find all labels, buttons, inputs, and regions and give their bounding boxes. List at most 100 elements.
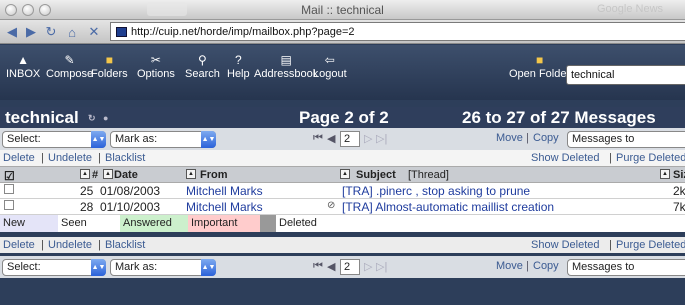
message-subject[interactable]: [TRA] .pinerc , stop asking to prune xyxy=(342,184,530,198)
message-num: 25 xyxy=(80,184,94,198)
col-date[interactable]: Date xyxy=(114,169,138,181)
nav-label: Compose xyxy=(46,68,94,80)
chevron-down-icon: ▲▼ xyxy=(201,131,216,148)
sort-icon[interactable]: ▲ xyxy=(660,169,670,179)
sort-icon[interactable]: ▲ xyxy=(103,169,113,179)
prev-page-icon[interactable]: ◀ xyxy=(327,260,335,273)
messages-to-label: Messages to xyxy=(572,261,635,273)
nav-inbox[interactable]: ▲ INBOX xyxy=(6,52,40,81)
page-info: Page 2 of 2 xyxy=(299,108,389,127)
inbox-icon: ▲ xyxy=(17,53,30,67)
logout-icon: ⇦ xyxy=(324,53,335,67)
delete-link[interactable]: Delete xyxy=(3,239,35,251)
bottom-link-row: Delete | Undelete | Blacklist Show Delet… xyxy=(0,237,685,253)
col-subject[interactable]: Subject xyxy=(356,169,396,181)
prev-page-icon[interactable]: ◀ xyxy=(327,132,335,145)
blacklist-link[interactable]: Blacklist xyxy=(105,239,145,251)
open-folder-button[interactable]: ■ Open Folder xyxy=(509,52,570,81)
home-icon[interactable]: ⌂ xyxy=(63,23,81,41)
nav-label: Logout xyxy=(313,68,347,80)
select-all-checkbox[interactable]: ☑ xyxy=(4,169,15,183)
separator: | xyxy=(609,152,612,164)
col-from[interactable]: From xyxy=(200,169,228,181)
nav-compose[interactable]: ✎ Compose xyxy=(46,52,93,81)
message-row[interactable]: 28 01/10/2003 Mitchell Marks ⊘ [TRA] Alm… xyxy=(0,199,685,215)
message-checkbox[interactable] xyxy=(4,200,14,210)
message-count: 26 to 27 of 27 Messages xyxy=(462,108,656,127)
options-icon: ✂ xyxy=(150,53,161,67)
separator: | xyxy=(526,260,529,272)
messages-to-dropdown[interactable]: Messages to xyxy=(567,131,685,148)
legend-deleted-swatch xyxy=(260,215,276,232)
delete-link[interactable]: Delete xyxy=(3,152,35,164)
show-deleted-link[interactable]: Show Deleted xyxy=(531,239,600,251)
page-number-input[interactable]: 2 xyxy=(340,259,360,275)
copy-link[interactable]: Copy xyxy=(533,132,559,144)
nav-label: Help xyxy=(227,68,250,80)
select-dropdown[interactable]: Select: ▲▼ xyxy=(2,259,106,276)
message-from[interactable]: Mitchell Marks xyxy=(186,200,263,214)
nav-addressbook[interactable]: ▤ Addressbook xyxy=(254,52,318,81)
address-bar[interactable]: http://cuip.net/horde/imp/mailbox.php?pa… xyxy=(110,22,685,41)
mark-as-label: Mark as: xyxy=(115,133,158,145)
message-from[interactable]: Mitchell Marks xyxy=(186,184,263,198)
reload-icon[interactable]: ↻ xyxy=(42,23,60,41)
mark-as-dropdown[interactable]: Mark as: ▲▼ xyxy=(110,259,216,276)
separator: | xyxy=(526,132,529,144)
message-row[interactable]: 25 01/08/2003 Mitchell Marks [TRA] .pine… xyxy=(0,183,685,199)
message-list-header: ☑ ▲ # ▲ Date ▲ From ▲ Subject [Thread] ▲… xyxy=(0,166,685,183)
col-num[interactable]: # xyxy=(92,169,98,181)
chevron-down-icon: ▲▼ xyxy=(201,259,216,276)
refresh-icon[interactable]: ↻ xyxy=(88,113,96,124)
forward-icon[interactable]: ▶ xyxy=(22,23,40,41)
chevron-down-icon: ▲▼ xyxy=(91,131,106,148)
select-label: Select: xyxy=(7,133,41,145)
mark-as-dropdown[interactable]: Mark as: ▲▼ xyxy=(110,131,216,148)
copy-link[interactable]: Copy xyxy=(533,260,559,272)
nav-search[interactable]: ⚲ Search xyxy=(185,52,220,81)
undelete-link[interactable]: Undelete xyxy=(48,152,92,164)
compose-icon: ✎ xyxy=(64,53,75,67)
first-page-icon[interactable]: ⏮ xyxy=(313,132,323,145)
legend-deleted: Deleted xyxy=(276,215,317,232)
message-checkbox[interactable] xyxy=(4,184,14,194)
thread-link[interactable]: [Thread] xyxy=(408,169,449,181)
show-deleted-link[interactable]: Show Deleted xyxy=(531,152,600,164)
separator: | xyxy=(98,239,101,251)
nav-options[interactable]: ✂ Options xyxy=(137,52,175,81)
nav-logout[interactable]: ⇦ Logout xyxy=(313,52,347,81)
open-folder-icon: ■ xyxy=(535,53,544,67)
sort-icon[interactable]: ▲ xyxy=(340,169,350,179)
nav-label: Addressbook xyxy=(254,68,319,80)
messages-to-dropdown[interactable]: Messages to xyxy=(567,259,685,276)
sort-icon[interactable]: ▲ xyxy=(80,169,90,179)
message-size: 2k xyxy=(673,184,685,198)
move-link[interactable]: Move xyxy=(496,260,523,272)
first-page-icon[interactable]: ⏮ xyxy=(313,260,323,273)
move-link[interactable]: Move xyxy=(496,132,523,144)
nav-help[interactable]: ? Help xyxy=(227,52,250,81)
empty-folder-icon[interactable]: ● xyxy=(103,113,108,123)
addressbook-icon: ▤ xyxy=(280,53,292,67)
nav-folders[interactable]: ■ Folders xyxy=(91,52,128,81)
separator: | xyxy=(41,152,44,164)
nav-label: Folders xyxy=(91,68,128,80)
window-title: Mail :: technical xyxy=(301,3,384,17)
purge-deleted-link[interactable]: Purge Deleted xyxy=(616,152,685,164)
stop-icon[interactable]: ✕ xyxy=(85,23,103,41)
folder-select[interactable]: technical xyxy=(566,65,685,85)
back-icon[interactable]: ◀ xyxy=(3,23,21,41)
blacklist-link[interactable]: Blacklist xyxy=(105,152,145,164)
sort-icon[interactable]: ▲ xyxy=(186,169,196,179)
page-number-input[interactable]: 2 xyxy=(340,131,360,147)
undelete-link[interactable]: Undelete xyxy=(48,239,92,251)
purge-deleted-link[interactable]: Purge Deleted xyxy=(616,239,685,251)
browser-toolbar: ◀ ▶ ↻ ⌂ ✕ http://cuip.net/horde/imp/mail… xyxy=(0,20,685,44)
col-size[interactable]: Size xyxy=(673,169,685,181)
search-icon: ⚲ xyxy=(198,53,207,67)
legend-answered: Answered xyxy=(120,215,188,232)
attachment-icon: ⊘ xyxy=(327,200,336,211)
message-subject[interactable]: [TRA] Almost-automatic maillist creation xyxy=(342,200,554,214)
top-action-bar: Select: ▲▼ Mark as: ▲▼ ⏮ ◀ 2 ▷ ▷| Move |… xyxy=(0,128,685,150)
select-dropdown[interactable]: Select: ▲▼ xyxy=(2,131,106,148)
